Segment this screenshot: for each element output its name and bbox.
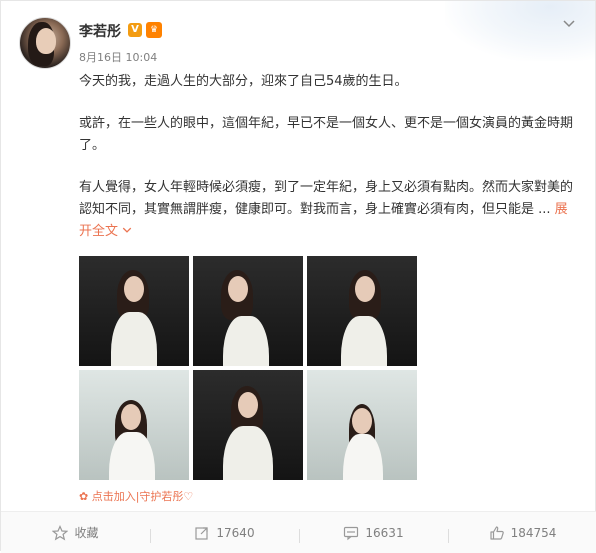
like-button[interactable]: 184754 (448, 525, 596, 543)
photo-thumbnail[interactable] (79, 370, 189, 480)
star-icon (52, 524, 69, 540)
photo-head (121, 404, 141, 430)
comment-button[interactable]: 16631 (299, 525, 448, 543)
photo-dress (109, 432, 155, 480)
photo-dress (223, 316, 269, 366)
repost-icon (195, 526, 209, 540)
flower-icon: ✿ (79, 490, 89, 503)
photo-dress (111, 312, 157, 366)
favorite-button[interactable]: 收藏 (1, 524, 150, 541)
post-body: 今天的我，走過人生的大部分，迎來了自己54歲的生日。 或許，在一些人的眼中，這個… (79, 71, 579, 243)
like-count: 184754 (510, 525, 557, 540)
photo-thumbnail[interactable] (79, 256, 189, 366)
photo-head (355, 276, 375, 302)
photo-dress (223, 426, 273, 480)
photo-thumbnail[interactable] (193, 370, 303, 480)
post-paragraph-3: 有人覺得，女人年輕時候必須瘦，到了一定年紀，身上又必須有點肉。然而大家對美的認知… (79, 177, 579, 243)
repost-button[interactable]: 17640 (150, 525, 299, 543)
comment-count: 16631 (365, 525, 404, 540)
weibo-post-card: 李若彤 V ♛ 8月16日 10:04 今天的我，走過人生的大部分，迎來了自己5… (0, 0, 596, 553)
photo-grid (79, 256, 419, 480)
post-paragraph-1: 今天的我，走過人生的大部分，迎來了自己54歲的生日。 (79, 74, 408, 89)
verified-badge-icon: V (128, 23, 142, 37)
chevron-down-icon (122, 227, 132, 233)
comment-icon (344, 526, 359, 540)
source-label: 点击加入|守护若彤♡ (91, 490, 194, 503)
vip-crown-icon: ♛ (146, 22, 162, 38)
photo-thumbnail[interactable] (307, 256, 417, 366)
photo-head (238, 392, 258, 418)
author-name[interactable]: 李若彤 (79, 21, 121, 41)
favorite-label: 收藏 (74, 526, 99, 540)
repost-count: 17640 (216, 525, 255, 540)
photo-thumbnail[interactable] (307, 370, 417, 480)
header-decoration (445, 1, 595, 61)
action-bar: 收藏 17640 16631 184754 (1, 511, 596, 553)
photo-head (352, 408, 372, 434)
photo-head (228, 276, 248, 302)
avatar[interactable] (19, 17, 71, 69)
photo-head (124, 276, 144, 302)
photo-dress (343, 434, 383, 480)
post-paragraph-3-text: 有人覺得，女人年輕時候必須瘦，到了一定年紀，身上又必須有點肉。然而大家對美的認知… (79, 180, 574, 217)
post-paragraph-2: 或許，在一些人的眼中，這個年紀，早已不是一個女人、更不是一個女演員的黃金時期了。 (79, 116, 574, 153)
chevron-down-icon[interactable] (561, 15, 577, 31)
avatar-face (36, 28, 56, 54)
thumbs-up-icon (489, 525, 504, 540)
photo-thumbnail[interactable] (193, 256, 303, 366)
photo-dress (341, 316, 387, 366)
post-timestamp[interactable]: 8月16日 10:04 (79, 49, 157, 65)
source-link[interactable]: ✿ 点击加入|守护若彤♡ (79, 488, 193, 504)
